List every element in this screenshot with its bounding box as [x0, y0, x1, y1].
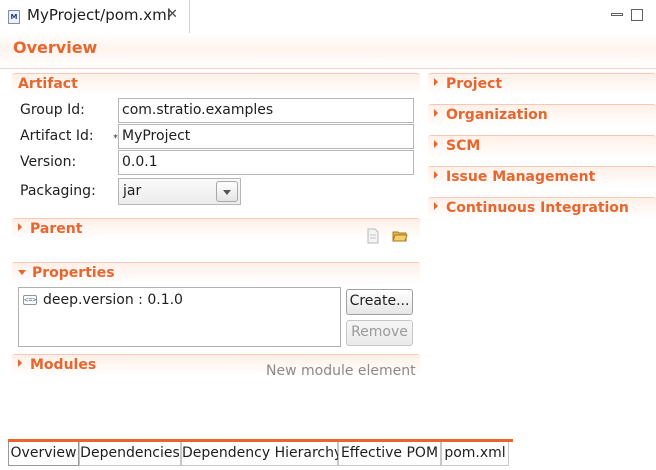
packaging-select[interactable]: jar: [118, 178, 241, 205]
group-id-field[interactable]: com.stratio.examples: [118, 98, 414, 123]
new-module-hint[interactable]: New module element: [266, 363, 416, 379]
section-project-title: Project: [434, 76, 502, 92]
remove-property-button[interactable]: Remove: [346, 320, 413, 346]
packaging-label: Packaging:: [20, 183, 96, 199]
section-parent-title: Parent: [18, 221, 82, 237]
section-artifact: Artifact: [12, 73, 420, 95]
expand-arrow-icon: [18, 359, 22, 367]
section-continuous-integration-title: Continuous Integration: [434, 200, 629, 216]
section-modules-title: Modules: [18, 357, 96, 373]
property-text: deep.version : 0.1.0: [43, 292, 183, 308]
section-project-label: Project: [446, 76, 503, 92]
section-properties-title: Properties: [18, 265, 115, 281]
tab-dependencies[interactable]: Dependencies: [79, 442, 181, 466]
maximize-icon[interactable]: [631, 9, 643, 21]
page-title: Overview: [13, 38, 98, 57]
section-continuous-integration[interactable]: Continuous Integration: [428, 197, 656, 219]
tab-overview[interactable]: Overview: [8, 442, 79, 466]
maven-file-icon: M: [8, 10, 20, 24]
section-properties[interactable]: Properties: [12, 262, 420, 284]
open-folder-icon[interactable]: [392, 228, 408, 244]
section-modules-label: Modules: [30, 357, 97, 373]
expand-arrow-icon: [434, 140, 438, 148]
section-artifact-title: Artifact: [18, 76, 78, 92]
section-continuous-integration-label: Continuous Integration: [446, 200, 629, 216]
section-issue-management-label: Issue Management: [446, 169, 596, 185]
section-project[interactable]: Project: [428, 73, 656, 95]
editor-tab-title: MyProject/pom.xml: [27, 6, 171, 24]
tab-pom-xml[interactable]: pom.xml: [441, 442, 509, 466]
tab-dependency-hierarchy[interactable]: Dependency Hierarchy: [181, 442, 342, 466]
section-scm-label: SCM: [446, 138, 481, 154]
expand-arrow-icon: [18, 223, 22, 231]
section-issue-management[interactable]: Issue Management: [428, 166, 656, 188]
expand-arrow-icon: [434, 202, 438, 210]
editor-tab-pom[interactable]: M MyProject/pom.xml ✕: [0, 0, 190, 33]
expand-arrow-icon: [434, 109, 438, 117]
editor-tab-bar: M MyProject/pom.xml ✕: [0, 0, 656, 33]
chevron-down-icon[interactable]: [216, 181, 238, 202]
tab-effective-pom[interactable]: Effective POM: [338, 442, 441, 466]
collapse-arrow-icon: [18, 270, 26, 275]
section-organization[interactable]: Organization: [428, 104, 656, 126]
minimize-icon[interactable]: [611, 13, 623, 16]
clear-parent-icon[interactable]: [365, 228, 381, 244]
packaging-value: jar: [123, 183, 142, 199]
section-scm[interactable]: SCM: [428, 135, 656, 157]
expand-arrow-icon: [434, 171, 438, 179]
section-parent[interactable]: Parent: [12, 218, 420, 240]
section-issue-management-title: Issue Management: [434, 169, 595, 185]
section-properties-label: Properties: [32, 265, 115, 281]
group-id-label: Group Id:: [20, 102, 85, 118]
close-icon[interactable]: ✕: [167, 7, 178, 22]
section-organization-label: Organization: [446, 107, 548, 123]
create-property-button[interactable]: Create...: [346, 289, 413, 315]
properties-list[interactable]: <=> deep.version : 0.1.0: [18, 287, 341, 347]
artifact-id-field[interactable]: MyProject: [118, 124, 414, 149]
section-scm-title: SCM: [434, 138, 480, 154]
page-header: Overview: [0, 33, 656, 69]
artifact-id-label: Artifact Id:: [20, 128, 94, 144]
section-organization-title: Organization: [434, 107, 548, 123]
property-icon: <=>: [23, 295, 37, 305]
expand-arrow-icon: [434, 78, 438, 86]
version-field[interactable]: 0.0.1: [118, 150, 414, 175]
section-parent-label: Parent: [30, 221, 83, 237]
version-label: Version:: [20, 154, 77, 170]
